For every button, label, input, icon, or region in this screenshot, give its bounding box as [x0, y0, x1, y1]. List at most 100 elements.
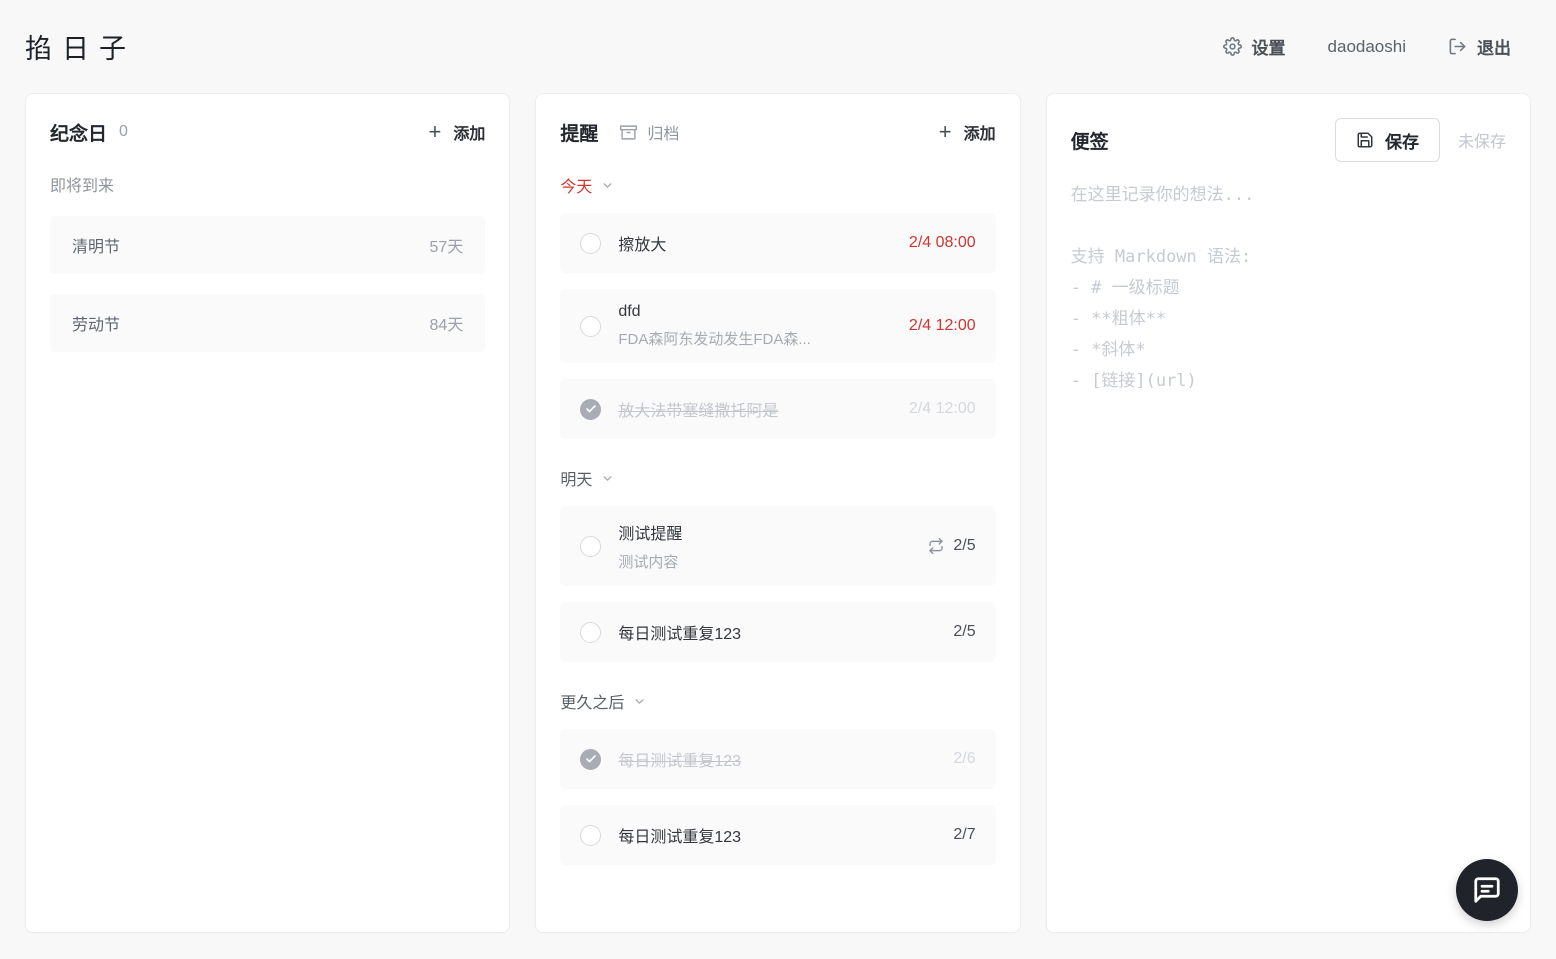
notes-title: 便签: [1071, 127, 1109, 154]
reminder-item[interactable]: dfd FDA森阿东发动发生FDA森... 2/4 12:00: [560, 289, 995, 363]
notes-card: 便签 保存 未保存: [1046, 93, 1531, 933]
reminder-section-items: 每日测试重复123 2/6 每日测试重复123 2/7: [560, 729, 995, 865]
check-icon: [585, 403, 597, 415]
reminder-item[interactable]: 每日测试重复123 2/5: [560, 602, 995, 662]
anniversary-item[interactable]: 清明节 57天: [50, 216, 485, 274]
reminder-item-title: 测试提醒: [618, 520, 916, 544]
reminder-item-time-text: 2/5: [953, 623, 975, 641]
reminder-item-body: 每日测试重复123: [618, 823, 941, 847]
anniversary-list: 清明节 57天 劳动节 84天: [50, 216, 485, 352]
reminder-item-time: 2/5: [928, 537, 975, 555]
reminder-item-body: 每日测试重复123: [618, 620, 941, 644]
chevron-down-icon: [601, 472, 614, 485]
reminder-item-time: 2/4 12:00: [909, 400, 976, 418]
anniversary-item[interactable]: 劳动节 84天: [50, 294, 485, 352]
reminder-item-body: 测试提醒 测试内容: [618, 520, 916, 572]
reminder-item-time: 2/4 08:00: [909, 234, 976, 252]
reminder-checkbox[interactable]: [580, 825, 601, 846]
reminder-item-title: 擦放大: [618, 231, 897, 255]
notes-card-header: 便签 保存 未保存: [1071, 118, 1506, 162]
reminder-item[interactable]: 测试提醒 测试内容 2/5: [560, 506, 995, 586]
settings-button[interactable]: 设置: [1223, 34, 1286, 59]
main-content: 纪念日 0 + 添加 即将到来 清明节 57天 劳动节 84天 提醒 归档: [25, 93, 1531, 933]
anniversary-days-left: 57天: [430, 233, 464, 257]
reminder-checkbox[interactable]: [580, 233, 601, 254]
reminder-sections: 今天 擦放大 2/4 08:00 dfd FDA森阿东发动发生FDA森...: [560, 173, 995, 865]
reminder-item-time-text: 2/5: [953, 537, 975, 555]
save-icon: [1356, 131, 1374, 149]
add-reminder-label: 添加: [964, 120, 996, 144]
reminder-checkbox[interactable]: [580, 536, 601, 557]
anniversary-title: 纪念日: [50, 119, 107, 146]
anniversary-name: 劳动节: [72, 311, 120, 335]
reminder-item-time-text: 2/7: [953, 826, 975, 844]
reminder-section-header[interactable]: 更久之后: [560, 689, 995, 713]
username: daodaoshi: [1328, 37, 1406, 57]
archive-button[interactable]: 归档: [620, 120, 679, 144]
reminder-item-title: dfd: [618, 303, 897, 321]
reminders-card: 提醒 归档 + 添加 今天 擦放大: [535, 93, 1020, 933]
anniversary-card: 纪念日 0 + 添加 即将到来 清明节 57天 劳动节 84天: [25, 93, 510, 933]
reminder-item-body: 放大法带塞缝撒托阿是: [618, 397, 897, 421]
reminder-checkbox[interactable]: [580, 749, 601, 770]
repeat-icon: [928, 538, 944, 554]
reminder-section-label: 明天: [560, 466, 592, 490]
reminders-title: 提醒: [560, 119, 598, 146]
reminder-item-time: 2/4 12:00: [909, 317, 976, 335]
reminder-section-header[interactable]: 明天: [560, 466, 995, 490]
reminder-item-time-text: 2/4 08:00: [909, 234, 976, 252]
reminder-item-title: 每日测试重复123: [618, 620, 941, 644]
add-reminder-button[interactable]: + 添加: [939, 120, 996, 144]
anniversary-days-left: 84天: [430, 311, 464, 335]
reminder-section-items: 擦放大 2/4 08:00 dfd FDA森阿东发动发生FDA森... 2/4 …: [560, 213, 995, 439]
reminder-item-time: 2/6: [953, 750, 975, 768]
check-icon: [585, 753, 597, 765]
archive-icon: [620, 124, 637, 141]
reminder-item-time-text: 2/4 12:00: [909, 317, 976, 335]
chevron-down-icon: [601, 179, 614, 192]
save-status: 未保存: [1458, 128, 1506, 152]
reminder-checkbox[interactable]: [580, 622, 601, 643]
chat-fab-button[interactable]: [1456, 859, 1518, 921]
plus-icon: +: [939, 121, 952, 143]
chevron-down-icon: [633, 695, 646, 708]
archive-label: 归档: [647, 120, 679, 144]
anniversary-count: 0: [119, 123, 128, 141]
reminder-item-subtitle: 测试内容: [618, 551, 916, 572]
reminder-section: 明天 测试提醒 测试内容 2/5 每日测试重复123: [560, 466, 995, 662]
reminder-item-time: 2/5: [953, 623, 975, 641]
reminder-checkbox[interactable]: [580, 399, 601, 420]
reminder-checkbox[interactable]: [580, 316, 601, 337]
add-anniversary-button[interactable]: + 添加: [428, 120, 485, 144]
reminder-section-items: 测试提醒 测试内容 2/5 每日测试重复123 2/5: [560, 506, 995, 662]
reminder-item[interactable]: 每日测试重复123 2/6: [560, 729, 995, 789]
add-anniversary-label: 添加: [453, 120, 485, 144]
reminder-section-header[interactable]: 今天: [560, 173, 995, 197]
anniversary-name: 清明节: [72, 233, 120, 257]
reminder-item-subtitle: FDA森阿东发动发生FDA森...: [618, 328, 897, 349]
reminders-card-header: 提醒 归档 + 添加: [560, 118, 995, 146]
notes-input[interactable]: [1071, 180, 1506, 906]
reminder-item-time: 2/7: [953, 826, 975, 844]
upcoming-label: 即将到来: [50, 172, 485, 196]
reminder-item-time-text: 2/4 12:00: [909, 400, 976, 418]
settings-label: 设置: [1252, 34, 1286, 59]
reminder-item[interactable]: 放大法带塞缝撒托阿是 2/4 12:00: [560, 379, 995, 439]
reminder-item-body: dfd FDA森阿东发动发生FDA森...: [618, 303, 897, 349]
reminder-item-body: 每日测试重复123: [618, 747, 941, 771]
reminder-item-title: 放大法带塞缝撒托阿是: [618, 397, 897, 421]
reminder-item-title: 每日测试重复123: [618, 823, 941, 847]
save-button[interactable]: 保存: [1335, 118, 1440, 162]
logout-button[interactable]: 退出: [1448, 34, 1511, 59]
anniversary-card-header: 纪念日 0 + 添加: [50, 118, 485, 146]
header-actions: 设置 daodaoshi 退出: [1223, 34, 1531, 59]
gear-icon: [1223, 37, 1242, 56]
chat-icon: [1472, 875, 1502, 905]
reminder-item[interactable]: 擦放大 2/4 08:00: [560, 213, 995, 273]
reminder-item[interactable]: 每日测试重复123 2/7: [560, 805, 995, 865]
reminder-item-time-text: 2/6: [953, 750, 975, 768]
logout-label: 退出: [1477, 34, 1511, 59]
reminder-section: 更久之后 每日测试重复123 2/6 每日测试重复123: [560, 689, 995, 865]
app-header: 掐日子 设置 daodaoshi 退出: [0, 0, 1556, 93]
app-title: 掐日子: [25, 27, 136, 66]
